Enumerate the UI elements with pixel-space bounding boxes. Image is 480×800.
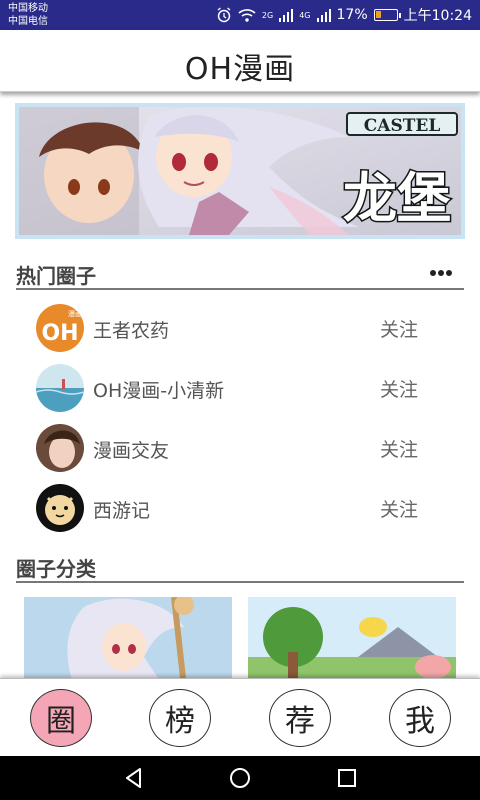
- carrier-info: 中国移动 中国电信: [8, 2, 48, 28]
- category-image-1: [24, 597, 232, 687]
- list-item[interactable]: 漫画 OH 王者农药 关注: [36, 304, 436, 354]
- category-card-1[interactable]: [24, 597, 232, 687]
- bottom-nav: 圈 榜 荐 我: [0, 678, 480, 756]
- app-title: OH漫画: [184, 52, 296, 87]
- nav-tab-recommend[interactable]: 荐: [269, 689, 331, 747]
- app-bar: OH漫画: [0, 30, 480, 92]
- avatar-sub-text: 漫画: [68, 309, 82, 318]
- system-nav-bar: [0, 756, 480, 800]
- back-icon[interactable]: [122, 766, 146, 790]
- category-image-2: [248, 597, 456, 687]
- categories-header: 圈子分类: [16, 551, 464, 583]
- hot-circles-title: 热门圈子: [16, 264, 96, 288]
- banner-logo-cn: 龙堡: [343, 167, 451, 230]
- avatar-portrait: [36, 424, 84, 472]
- category-card-2[interactable]: [248, 597, 456, 687]
- nav-tab-me[interactable]: 我: [389, 689, 451, 747]
- carrier-1: 中国移动: [8, 3, 48, 14]
- avatar-oh-logo: 漫画 OH: [36, 304, 84, 352]
- home-icon[interactable]: [228, 766, 252, 790]
- signal-icon: [279, 9, 294, 22]
- avatar-seascape: [36, 364, 84, 412]
- recent-apps-icon[interactable]: [335, 766, 359, 790]
- hot-circles-header: 热门圈子: [16, 258, 464, 290]
- banner-logo-en: CASTEL: [364, 116, 441, 136]
- nav-tab-circles[interactable]: 圈: [30, 689, 92, 747]
- nav-tab-rankings[interactable]: 榜: [149, 689, 211, 747]
- list-item[interactable]: 西游记 关注: [36, 484, 436, 534]
- avatar-cartoon: [36, 484, 84, 532]
- battery-percent: 17%: [336, 7, 368, 23]
- list-item[interactable]: OH漫画-小清新 关注: [36, 364, 436, 414]
- avatar-text: OH: [41, 321, 78, 346]
- follow-button[interactable]: 关注: [380, 375, 418, 402]
- categories-title: 圈子分类: [16, 557, 96, 581]
- signal-icon-2: [316, 9, 331, 22]
- status-bar: 中国移动 中国电信 2G 4G 17% 上午10:24: [0, 0, 480, 30]
- wifi-icon: [238, 9, 256, 22]
- status-icons: 2G 4G 17% 上午10:24: [216, 5, 472, 25]
- circle-name: 西游记: [93, 500, 151, 522]
- follow-button[interactable]: 关注: [380, 495, 418, 522]
- circle-name: 漫画交友: [93, 440, 170, 462]
- battery-icon: [373, 9, 401, 21]
- circle-name: 王者农药: [93, 320, 170, 342]
- banner-carousel[interactable]: CASTEL 龙堡: [15, 103, 465, 239]
- alarm-icon: [217, 7, 231, 23]
- network-type-2: 4G: [299, 10, 311, 20]
- more-dots-icon[interactable]: [430, 270, 452, 276]
- follow-button[interactable]: 关注: [380, 315, 418, 342]
- banner-image: CASTEL 龙堡: [19, 107, 461, 235]
- carrier-2: 中国电信: [8, 16, 48, 27]
- list-item[interactable]: 漫画交友 关注: [36, 424, 436, 474]
- circle-name: OH漫画-小清新: [93, 380, 225, 402]
- follow-button[interactable]: 关注: [380, 435, 418, 462]
- network-type-1: 2G: [261, 10, 274, 20]
- clock: 上午10:24: [403, 8, 472, 24]
